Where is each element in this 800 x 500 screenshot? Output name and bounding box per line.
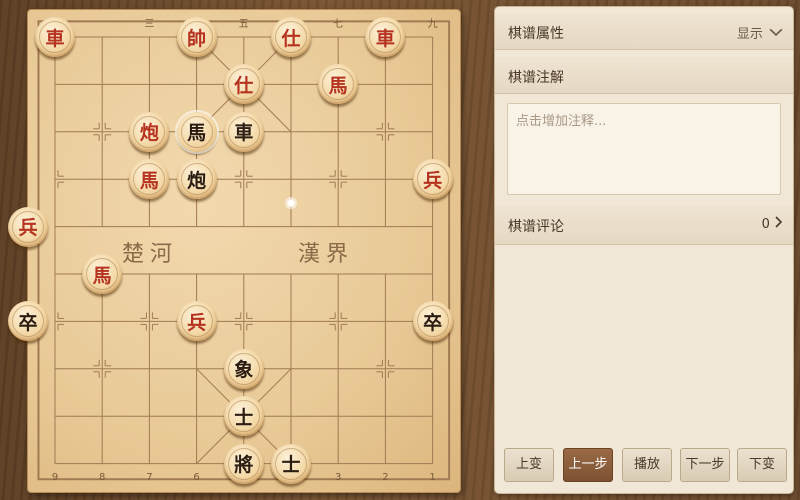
piece-glyph: 炮: [139, 122, 159, 145]
red-piece[interactable]: 兵: [176, 301, 217, 342]
river-label-han-jie: 漢界: [298, 242, 355, 267]
side-panel: 棋谱属性 显示 棋谱注解 棋谱评论 0 上变 上一步 播放 下一步 下变: [495, 7, 793, 493]
piece-glyph: 帥: [187, 27, 207, 50]
bottom-column-label: 9: [51, 472, 59, 483]
red-piece[interactable]: 馬: [82, 254, 123, 294]
black-piece[interactable]: 卒: [412, 301, 453, 342]
piece-glyph: 炮: [187, 169, 207, 192]
piece-glyph: 馬: [92, 264, 112, 287]
properties-title: 棋谱属性: [508, 26, 564, 42]
piece-glyph: 馬: [187, 122, 207, 145]
piece-glyph: 將: [234, 454, 254, 477]
red-piece[interactable]: 炮: [129, 111, 170, 152]
red-piece[interactable]: 仕: [271, 17, 311, 57]
black-piece[interactable]: 士: [223, 396, 264, 437]
piece-glyph: 車: [375, 27, 395, 50]
piece-glyph: 士: [281, 454, 301, 477]
comments-count: 0: [761, 217, 770, 232]
show-toggle[interactable]: 显示: [737, 23, 783, 42]
bottom-column-label: 6: [193, 472, 200, 483]
properties-header[interactable]: 棋谱属性 显示: [495, 13, 793, 50]
bottom-column-label: 1: [429, 472, 436, 483]
bottom-column-label: 3: [335, 472, 342, 483]
comments-count-link[interactable]: 0: [762, 216, 783, 232]
piece-glyph: 卒: [423, 311, 443, 334]
red-piece[interactable]: 兵: [412, 159, 453, 200]
red-piece[interactable]: 仕: [223, 64, 264, 105]
bottom-column-label: 2: [382, 472, 389, 483]
bottom-column-label: 7: [146, 472, 153, 483]
piece-glyph: 車: [45, 27, 65, 50]
piece-glyph: 仕: [234, 74, 254, 97]
playback-controls: 上变 上一步 播放 下一步 下变: [504, 448, 789, 484]
piece-glyph: 車: [234, 122, 254, 145]
red-piece[interactable]: 兵: [8, 206, 48, 247]
black-piece[interactable]: 將: [223, 443, 264, 484]
prev-step-button[interactable]: 上一步: [563, 448, 613, 482]
notes-header: 棋谱注解: [495, 57, 793, 94]
piece-glyph: 兵: [187, 311, 207, 334]
red-piece[interactable]: 車: [35, 17, 75, 57]
comments-header[interactable]: 棋谱评论 0: [495, 206, 793, 245]
piece-glyph: 馬: [139, 169, 159, 192]
move-target-marker[interactable]: [284, 195, 298, 210]
bottom-column-label: 8: [99, 472, 106, 483]
piece-glyph: 象: [234, 359, 254, 382]
comments-title: 棋谱评论: [508, 219, 564, 235]
next-variation-button[interactable]: 下变: [737, 448, 787, 482]
black-piece[interactable]: 士: [271, 443, 311, 484]
top-column-label: 三: [144, 19, 155, 30]
black-piece[interactable]: 炮: [176, 159, 217, 200]
river-label-chu-he: 楚河: [122, 242, 179, 267]
piece-glyph: 卒: [18, 311, 38, 334]
next-step-button[interactable]: 下一步: [680, 448, 730, 482]
piece-glyph: 馬: [328, 74, 348, 97]
piece-glyph: 兵: [423, 169, 443, 192]
black-piece[interactable]: 馬: [176, 111, 217, 152]
piece-glyph: 兵: [18, 217, 38, 240]
xiangqi-board[interactable]: 楚河 漢界 一三五七九987654321車帥仕車仕馬炮馬車馬炮兵兵馬卒兵卒象士將…: [8, 10, 460, 492]
top-column-label: 七: [333, 19, 344, 30]
black-piece[interactable]: 車: [223, 111, 264, 152]
piece-glyph: 仕: [281, 27, 301, 50]
play-button[interactable]: 播放: [622, 448, 672, 482]
top-column-label: 五: [238, 19, 249, 30]
top-column-label: 九: [427, 19, 438, 30]
piece-glyph: 士: [234, 406, 254, 429]
show-toggle-label: 显示: [736, 27, 763, 42]
notes-title: 棋谱注解: [508, 70, 564, 86]
prev-variation-button[interactable]: 上变: [504, 448, 554, 482]
red-piece[interactable]: 帥: [176, 17, 217, 57]
chevron-right-icon: [775, 216, 783, 228]
chevron-down-icon: [769, 28, 783, 37]
black-piece[interactable]: 象: [223, 348, 264, 389]
notes-input[interactable]: [507, 103, 781, 195]
